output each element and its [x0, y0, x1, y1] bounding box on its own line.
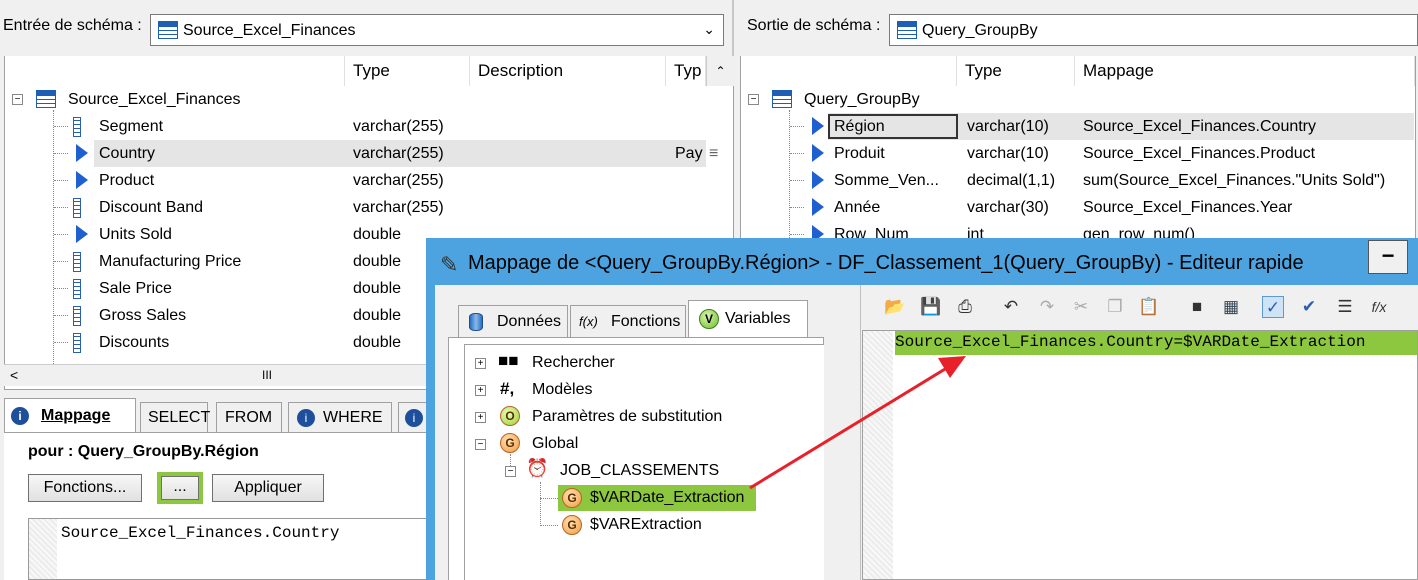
annotation-arrow: [749, 356, 966, 490]
